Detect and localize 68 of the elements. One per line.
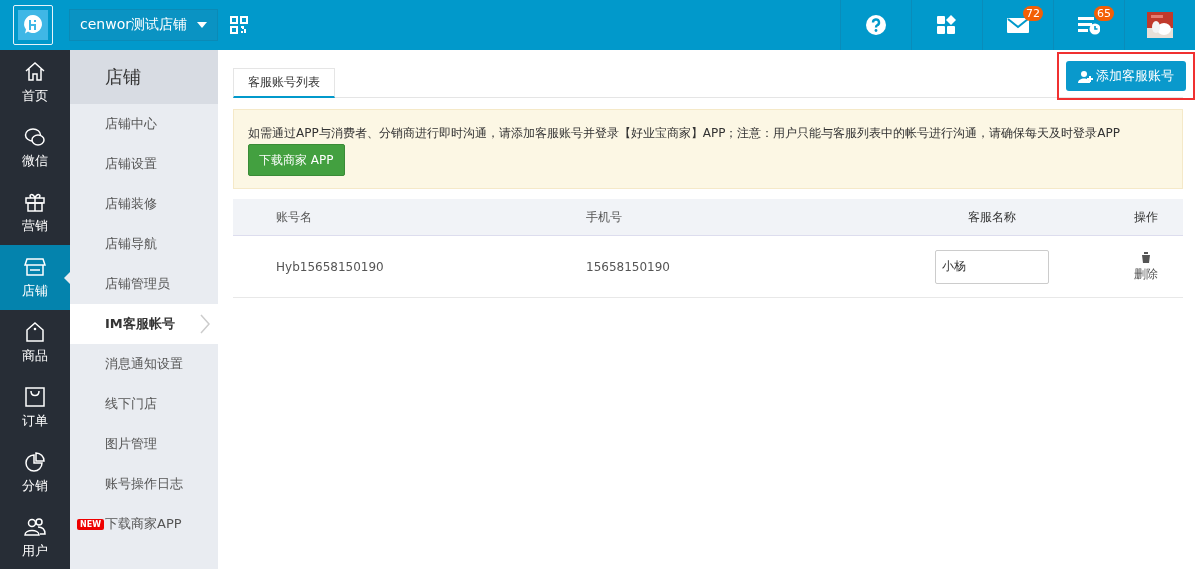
nav-item[interactable]: 分销 <box>0 440 70 505</box>
sub-nav-label: 线下门店 <box>105 395 157 413</box>
nav-label: 商品 <box>22 346 48 365</box>
nav-item[interactable]: 微信 <box>0 115 70 180</box>
sub-nav-label: 店铺导航 <box>105 235 157 253</box>
sub-nav-item[interactable]: 店铺装修 <box>70 184 218 224</box>
chat-bubbles-icon <box>24 125 46 148</box>
shopping-bag-icon <box>24 385 46 408</box>
store-selector[interactable]: cenwor测试店铺 <box>69 9 218 41</box>
sub-nav-item[interactable]: IM客服帐号 <box>70 304 218 344</box>
store-icon <box>24 255 46 278</box>
nav-label: 店铺 <box>22 281 48 300</box>
add-user-icon <box>1078 69 1093 83</box>
qr-code-icon[interactable] <box>229 16 248 34</box>
sub-nav-item[interactable]: NEW 下载商家APP <box>70 504 218 544</box>
pie-chart-icon <box>24 450 46 473</box>
home-icon <box>24 60 46 83</box>
trash-icon <box>1140 250 1152 264</box>
column-header: 账号名 <box>275 208 313 226</box>
sub-nav-label: 店铺中心 <box>105 115 157 133</box>
sub-nav-item[interactable]: 店铺管理员 <box>70 264 218 304</box>
nav-label: 分销 <box>22 476 48 495</box>
help-icon[interactable] <box>865 14 887 36</box>
nav-label: 订单 <box>22 411 48 430</box>
table-cell-text: Hyb15658150190 <box>275 259 385 274</box>
nav-label: 用户 <box>22 541 48 560</box>
new-badge: NEW <box>77 518 104 530</box>
nav-item[interactable]: 店铺 <box>0 245 70 310</box>
column-header: 操作 <box>1133 208 1159 226</box>
column-header: 手机号 <box>586 208 623 226</box>
sub-nav-label: 店铺装修 <box>105 195 157 213</box>
tab[interactable]: 客服账号列表 <box>233 68 335 98</box>
nav-item[interactable]: 首页 <box>0 50 70 115</box>
sub-nav-item[interactable]: 消息通知设置 <box>70 344 218 384</box>
sub-nav-item[interactable]: 店铺设置 <box>70 144 218 184</box>
sub-nav-label: IM客服帐号 <box>105 315 175 333</box>
nav-item[interactable]: 商品 <box>0 310 70 375</box>
sub-nav-label: 图片管理 <box>105 435 157 453</box>
nav-label: 微信 <box>22 151 48 170</box>
count-badge: 72 <box>1023 6 1043 21</box>
notice-text: 如需通过APP与消费者、分销商进行即时沟通，请添加客服账号并登录【好业宝商家】APP；注意：用户只能与客服列表中的帐号进行沟通，请确保每天及时登录APP <box>248 125 1122 142</box>
logo-icon[interactable] <box>13 5 53 45</box>
sub-nav-label: 下载商家APP <box>105 515 182 533</box>
sub-nav-item[interactable]: 店铺导航 <box>70 224 218 264</box>
caret-icon <box>196 22 207 28</box>
table-cell-text: 15658150190 <box>586 259 671 274</box>
sub-nav-label: 店铺管理员 <box>105 275 170 293</box>
nav-item[interactable]: 订单 <box>0 375 70 440</box>
nav-label: 首页 <box>22 86 48 105</box>
nav-label: 营销 <box>22 216 48 235</box>
sub-nav-label: 账号操作日志 <box>105 475 183 493</box>
column-header: 客服名称 <box>966 208 1017 226</box>
sub-nav-item[interactable]: 图片管理 <box>70 424 218 464</box>
chevron-right-icon <box>200 314 210 334</box>
tag-icon <box>24 320 46 343</box>
sub-nav-label: 消息通知设置 <box>105 355 183 373</box>
delete-link[interactable]: 删除 <box>1134 250 1158 283</box>
sub-nav-item[interactable]: 线下门店 <box>70 384 218 424</box>
sub-nav-item[interactable]: 账号操作日志 <box>70 464 218 504</box>
sub-nav-item[interactable]: 店铺中心 <box>70 104 218 144</box>
name-input-field[interactable]: 小杨 <box>934 249 1049 284</box>
sub-nav-label: 店铺设置 <box>105 155 157 173</box>
apps-icon[interactable] <box>936 14 958 36</box>
count-badge: 65 <box>1094 6 1114 21</box>
section-title: 店铺 <box>70 50 218 104</box>
users-icon <box>24 515 46 538</box>
nav-item[interactable]: 营销 <box>0 180 70 245</box>
nav-item[interactable]: 用户 <box>0 505 70 569</box>
